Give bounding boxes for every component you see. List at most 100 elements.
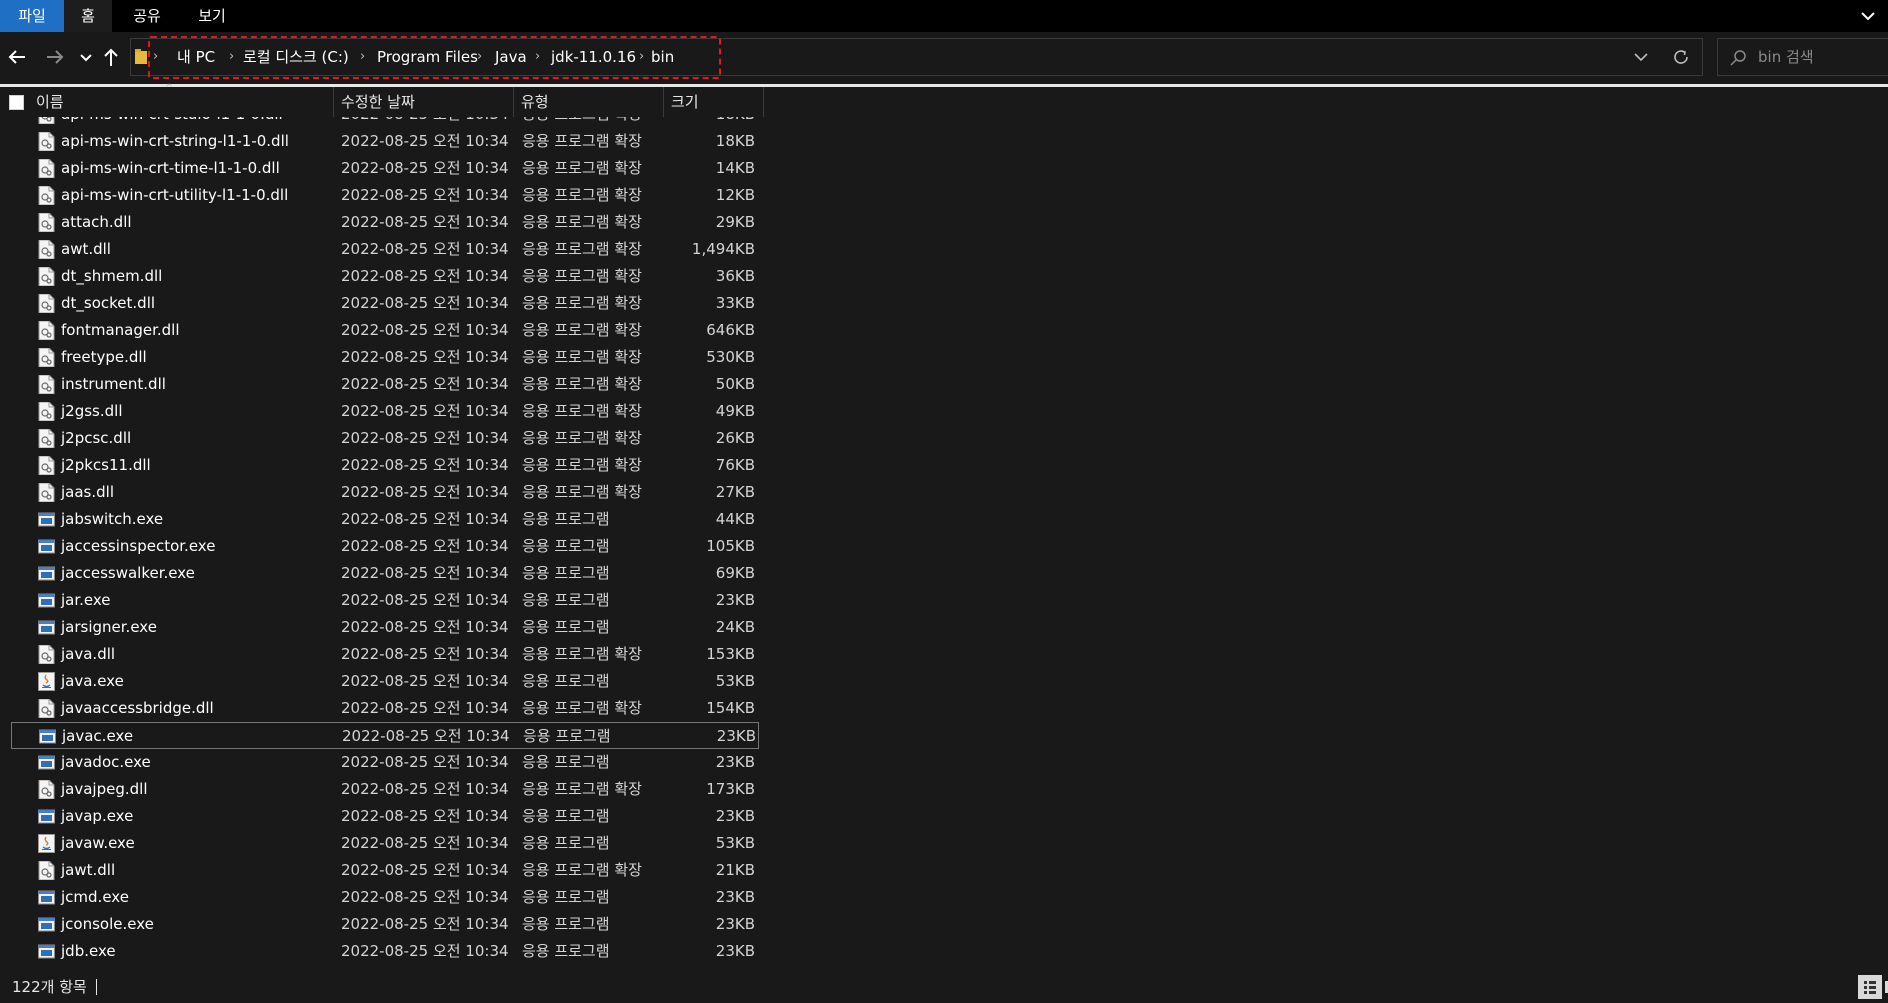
file-size: 49KB	[715, 402, 755, 420]
breadcrumb-separator-icon[interactable]: ›	[535, 39, 540, 75]
search-box[interactable]	[1717, 38, 1888, 76]
breadcrumb-jdk[interactable]: jdk-11.0.16	[551, 39, 636, 75]
file-date: 2022-08-25 오전 10:34	[341, 348, 509, 366]
select-all-checkbox[interactable]	[9, 95, 24, 110]
breadcrumb-program-files[interactable]: Program Files	[377, 39, 478, 75]
file-row[interactable]: api-ms-win-crt-time-l1-1-0.dll 2022-08-25…	[11, 155, 759, 182]
file-type: 응용 프로그램 확장	[522, 861, 642, 879]
breadcrumb-local-disk[interactable]: 로컬 디스크 (C:)	[243, 39, 349, 75]
file-name: javadoc.exe	[61, 753, 151, 771]
file-row[interactable]: awt.dll 2022-08-25 오전 10:34 응용 프로그램 확장 1,49…	[11, 236, 759, 263]
breadcrumb-this-pc[interactable]: 내 PC	[177, 39, 215, 75]
file-row[interactable]: jaccessinspector.exe 2022-08-25 오전 10:34 응…	[11, 533, 759, 560]
file-row[interactable]: javaaccessbridge.dll 2022-08-25 오전 10:34 응…	[11, 695, 759, 722]
refresh-icon[interactable]	[1667, 43, 1695, 71]
file-row[interactable]: javac.exe 2022-08-25 오전 10:34 응용 프로그램 23KB	[11, 722, 759, 749]
file-row[interactable]: api-ms-win-crt-stdio-l1-1-0.dll 2022-08-2…	[11, 117, 759, 128]
file-name: jarsigner.exe	[61, 618, 157, 636]
tab-home[interactable]: 홈	[64, 0, 112, 32]
file-row[interactable]: jaas.dll 2022-08-25 오전 10:34 응용 프로그램 확장 27K…	[11, 479, 759, 506]
file-size: 1,494KB	[691, 240, 755, 258]
column-resize-handle[interactable]	[763, 87, 764, 117]
file-row[interactable]: jawt.dll 2022-08-25 오전 10:34 응용 프로그램 확장 21K…	[11, 857, 759, 884]
file-row[interactable]: j2pcsc.dll 2022-08-25 오전 10:34 응용 프로그램 확장 2…	[11, 425, 759, 452]
tab-share[interactable]: 공유	[120, 0, 174, 32]
breadcrumb-separator-icon[interactable]: ›	[229, 39, 234, 75]
file-name: dt_socket.dll	[61, 294, 156, 312]
file-row[interactable]: java.exe 2022-08-25 오전 10:34 응용 프로그램 53KB	[11, 668, 759, 695]
details-view-icon[interactable]	[1858, 975, 1882, 999]
file-size: 29KB	[715, 213, 755, 231]
file-date: 2022-08-25 오전 10:34	[341, 537, 509, 555]
file-row[interactable]: api-ms-win-crt-utility-l1-1-0.dll 2022-08…	[11, 182, 759, 209]
search-input[interactable]	[1758, 39, 1888, 75]
folder-icon	[135, 49, 149, 65]
file-row[interactable]: jdb.exe 2022-08-25 오전 10:34 응용 프로그램 23KB	[11, 938, 759, 965]
breadcrumb-java[interactable]: Java	[495, 39, 527, 75]
file-row[interactable]: jcmd.exe 2022-08-25 오전 10:34 응용 프로그램 23KB	[11, 884, 759, 911]
file-name: jcmd.exe	[61, 888, 129, 906]
breadcrumb-separator-icon[interactable]: ›	[360, 39, 365, 75]
file-list[interactable]: api-ms-win-crt-stdio-l1-1-0.dll 2022-08-2…	[0, 117, 1888, 973]
file-row[interactable]: java.dll 2022-08-25 오전 10:34 응용 프로그램 확장 153…	[11, 641, 759, 668]
forward-arrow-icon[interactable]	[42, 44, 68, 70]
file-row[interactable]: attach.dll 2022-08-25 오전 10:34 응용 프로그램 확장 2…	[11, 209, 759, 236]
file-date: 2022-08-25 오전 10:34	[341, 159, 509, 177]
file-date: 2022-08-25 오전 10:34	[341, 699, 509, 717]
tab-file[interactable]: 파일	[0, 0, 64, 32]
file-date: 2022-08-25 오전 10:34	[341, 888, 509, 906]
dll-icon	[38, 239, 55, 260]
file-name: java.exe	[61, 672, 124, 690]
file-name: jawt.dll	[61, 861, 116, 879]
breadcrumb-separator-icon[interactable]: ›	[153, 39, 158, 75]
file-size: 23KB	[715, 807, 755, 825]
file-row[interactable]: jar.exe 2022-08-25 오전 10:34 응용 프로그램 23KB	[11, 587, 759, 614]
expand-ribbon-chevron-icon[interactable]	[1854, 2, 1882, 30]
file-size: 23KB	[715, 753, 755, 771]
address-dropdown-chevron-icon[interactable]	[1631, 49, 1651, 65]
file-row[interactable]: javaw.exe 2022-08-25 오전 10:34 응용 프로그램 53KB	[11, 830, 759, 857]
file-size: 154KB	[706, 699, 755, 717]
file-row[interactable]: api-ms-win-crt-string-l1-1-0.dll 2022-08-…	[11, 128, 759, 155]
exe-icon	[38, 807, 55, 826]
breadcrumb-separator-icon[interactable]: ›	[639, 39, 644, 75]
file-name: api-ms-win-crt-stdio-l1-1-0.dll	[61, 117, 283, 128]
java-icon	[38, 672, 55, 691]
address-bar[interactable]: › 내 PC › 로컬 디스크 (C:) › Program Files › J…	[130, 38, 1703, 76]
column-header-date[interactable]: 수정한 날짜	[333, 87, 513, 117]
file-row[interactable]: j2pkcs11.dll 2022-08-25 오전 10:34 응용 프로그램 확…	[11, 452, 759, 479]
file-row[interactable]: dt_shmem.dll 2022-08-25 오전 10:34 응용 프로그램 확…	[11, 263, 759, 290]
tab-view[interactable]: 보기	[182, 0, 242, 32]
file-row[interactable]: instrument.dll 2022-08-25 오전 10:34 응용 프로그램…	[11, 371, 759, 398]
file-row[interactable]: dt_socket.dll 2022-08-25 오전 10:34 응용 프로그램 …	[11, 290, 759, 317]
file-type: 응용 프로그램 확장	[522, 117, 642, 128]
up-arrow-icon[interactable]	[98, 44, 124, 70]
column-header-size[interactable]: 크기	[663, 87, 763, 117]
file-type: 응용 프로그램	[522, 915, 610, 933]
dll-icon	[38, 401, 55, 422]
recent-locations-chevron-icon[interactable]	[76, 44, 96, 70]
file-row[interactable]: jabswitch.exe 2022-08-25 오전 10:34 응용 프로그램 4…	[11, 506, 759, 533]
file-type: 응용 프로그램	[522, 537, 610, 555]
file-row[interactable]: javap.exe 2022-08-25 오전 10:34 응용 프로그램 23KB	[11, 803, 759, 830]
file-size: 44KB	[715, 510, 755, 528]
large-icons-view-icon[interactable]	[1884, 975, 1888, 999]
file-row[interactable]: jarsigner.exe 2022-08-25 오전 10:34 응용 프로그램 2…	[11, 614, 759, 641]
column-header-type[interactable]: 유형	[513, 87, 663, 117]
file-row[interactable]: jaccesswalker.exe 2022-08-25 오전 10:34 응용 프…	[11, 560, 759, 587]
file-type: 응용 프로그램	[522, 807, 610, 825]
back-arrow-icon[interactable]	[4, 44, 30, 70]
file-size: 26KB	[715, 429, 755, 447]
file-row[interactable]: javajpeg.dll 2022-08-25 오전 10:34 응용 프로그램 확…	[11, 776, 759, 803]
column-header-name[interactable]: 이름	[28, 87, 333, 117]
file-row[interactable]: fontmanager.dll 2022-08-25 오전 10:34 응용 프로그…	[11, 317, 759, 344]
file-size: 173KB	[706, 780, 755, 798]
file-row[interactable]: jconsole.exe 2022-08-25 오전 10:34 응용 프로그램 23…	[11, 911, 759, 938]
file-row[interactable]: j2gss.dll 2022-08-25 오전 10:34 응용 프로그램 확장 49…	[11, 398, 759, 425]
breadcrumb-bin[interactable]: bin	[651, 39, 674, 75]
file-date: 2022-08-25 오전 10:34	[341, 213, 509, 231]
file-row[interactable]: freetype.dll 2022-08-25 오전 10:34 응용 프로그램 확…	[11, 344, 759, 371]
file-row[interactable]: javadoc.exe 2022-08-25 오전 10:34 응용 프로그램 23K…	[11, 749, 759, 776]
breadcrumb-separator-icon[interactable]: ›	[477, 39, 482, 75]
search-icon	[1728, 48, 1748, 68]
